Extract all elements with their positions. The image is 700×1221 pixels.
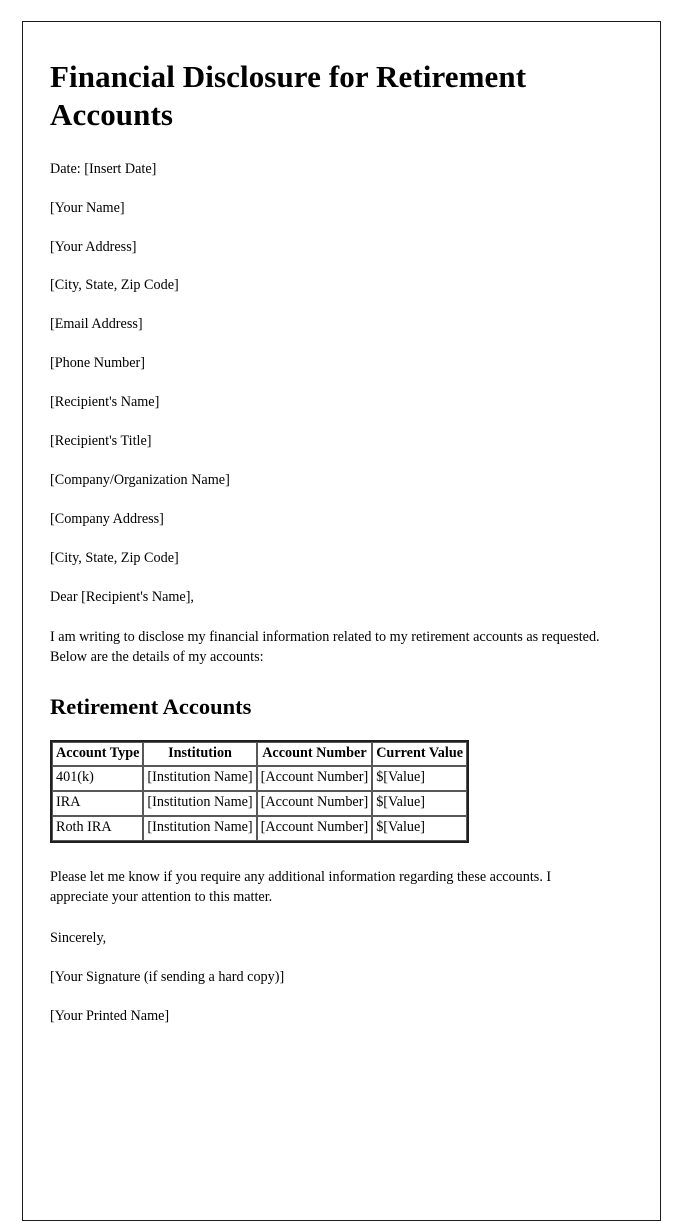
intro-paragraph: I am writing to disclose my financial in… bbox=[50, 629, 600, 666]
closing-paragraph: Please let me know if you require any ad… bbox=[50, 868, 552, 905]
sender-name: [Your Name] bbox=[50, 199, 125, 216]
sender-email: [Email Address] bbox=[50, 316, 143, 333]
cell-account-number: [Account Number] bbox=[256, 791, 373, 816]
table-row: IRA [Institution Name] [Account Number] … bbox=[52, 791, 468, 816]
column-header-account-number: Account Number bbox=[256, 741, 373, 767]
sender-phone: [Phone Number] bbox=[50, 355, 145, 372]
recipient-company: [Company/Organization Name] bbox=[50, 472, 230, 489]
recipient-address-block: [Recipient's Name] [Recipient's Title] [… bbox=[50, 393, 633, 567]
column-header-account-type: Account Type bbox=[52, 741, 144, 767]
signature-line: [Your Signature (if sending a hard copy)… bbox=[50, 968, 285, 985]
page-title: Financial Disclosure for Retirement Acco… bbox=[50, 59, 527, 132]
cell-account-type: Roth IRA bbox=[52, 815, 144, 841]
cell-account-type: 401(k) bbox=[52, 766, 144, 791]
sender-address-block: [Your Name] [Your Address] [City, State,… bbox=[50, 199, 633, 373]
cell-current-value: $[Value] bbox=[372, 766, 468, 791]
document-page: Financial Disclosure for Retirement Acco… bbox=[22, 21, 661, 1221]
recipient-name: [Recipient's Name] bbox=[50, 394, 160, 411]
cell-account-type: IRA bbox=[52, 791, 144, 816]
cell-current-value: $[Value] bbox=[372, 791, 468, 816]
cell-institution: [Institution Name] bbox=[143, 815, 257, 841]
section-heading-retirement-accounts: Retirement Accounts bbox=[50, 694, 252, 720]
salutation: Dear [Recipient's Name], bbox=[50, 589, 194, 606]
recipient-address: [Company Address] bbox=[50, 511, 164, 528]
cell-account-number: [Account Number] bbox=[256, 815, 373, 841]
column-header-current-value: Current Value bbox=[372, 741, 468, 767]
cell-institution: [Institution Name] bbox=[143, 791, 257, 816]
table-row: Roth IRA [Institution Name] [Account Num… bbox=[52, 815, 468, 841]
table-header-row: Account Type Institution Account Number … bbox=[52, 741, 468, 767]
table-head: Account Type Institution Account Number … bbox=[52, 741, 468, 767]
recipient-city-state-zip: [City, State, Zip Code] bbox=[50, 550, 179, 567]
date-line: Date: [Insert Date] bbox=[50, 160, 157, 177]
sender-city-state-zip: [City, State, Zip Code] bbox=[50, 277, 179, 294]
cell-institution: [Institution Name] bbox=[143, 766, 257, 791]
column-header-institution: Institution bbox=[143, 741, 257, 767]
table-body: 401(k) [Institution Name] [Account Numbe… bbox=[52, 766, 468, 841]
sender-address: [Your Address] bbox=[50, 238, 137, 255]
recipient-title: [Recipient's Title] bbox=[50, 433, 152, 450]
retirement-accounts-table: Account Type Institution Account Number … bbox=[50, 739, 470, 843]
sign-off: Sincerely, bbox=[50, 929, 107, 946]
printed-name-line: [Your Printed Name] bbox=[50, 1007, 170, 1024]
table-row: 401(k) [Institution Name] [Account Numbe… bbox=[52, 766, 468, 791]
cell-current-value: $[Value] bbox=[372, 815, 468, 841]
closing-block: Please let me know if you require any ad… bbox=[50, 867, 633, 1026]
cell-account-number: [Account Number] bbox=[256, 766, 373, 791]
